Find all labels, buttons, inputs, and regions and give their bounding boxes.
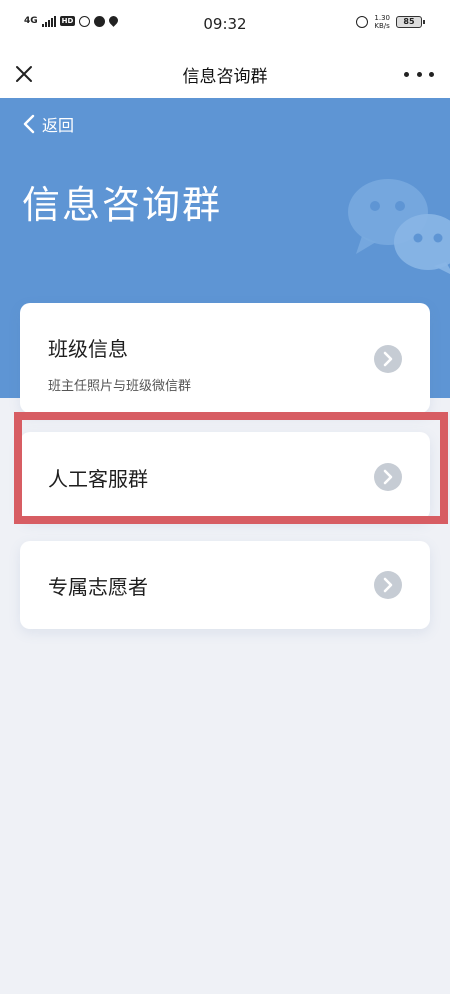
chevron-right-icon[interactable] — [374, 463, 402, 491]
card-customer-service-group[interactable]: 人工客服群 — [20, 432, 430, 520]
chevron-right-icon[interactable] — [374, 571, 402, 599]
card-volunteer[interactable]: 专属志愿者 — [20, 541, 430, 629]
card-class-info[interactable]: 班级信息 班主任照片与班级微信群 — [20, 303, 430, 413]
back-label: 返回 — [42, 116, 75, 135]
card-title: 人工客服群 — [48, 467, 148, 491]
card-title: 专属志愿者 — [48, 575, 148, 599]
chevron-right-icon[interactable] — [374, 345, 402, 373]
battery-icon: 85 — [396, 16, 425, 28]
nav-title: 信息咨询群 — [182, 67, 268, 87]
status-bar: 4G HD 09:32 1.30 KB/s 85 — [0, 0, 450, 50]
alarm-icon — [356, 16, 369, 28]
status-right-icons: 1.30 KB/s 85 — [356, 14, 425, 30]
page-title: 信息咨询群 — [22, 183, 223, 227]
net-speed-value: 1.30 — [374, 14, 390, 22]
net-speed-unit: KB/s — [374, 22, 390, 30]
card-subtitle: 班主任照片与班级微信群 — [48, 379, 192, 394]
nav-bar: 信息咨询群 — [0, 50, 450, 98]
wechat-icon — [348, 179, 450, 274]
card-title: 班级信息 — [48, 337, 128, 361]
more-icon[interactable] — [404, 62, 434, 86]
chevron-left-icon — [23, 114, 35, 134]
net-speed: 1.30 KB/s — [374, 14, 390, 30]
back-button[interactable]: 返回 — [22, 112, 74, 136]
